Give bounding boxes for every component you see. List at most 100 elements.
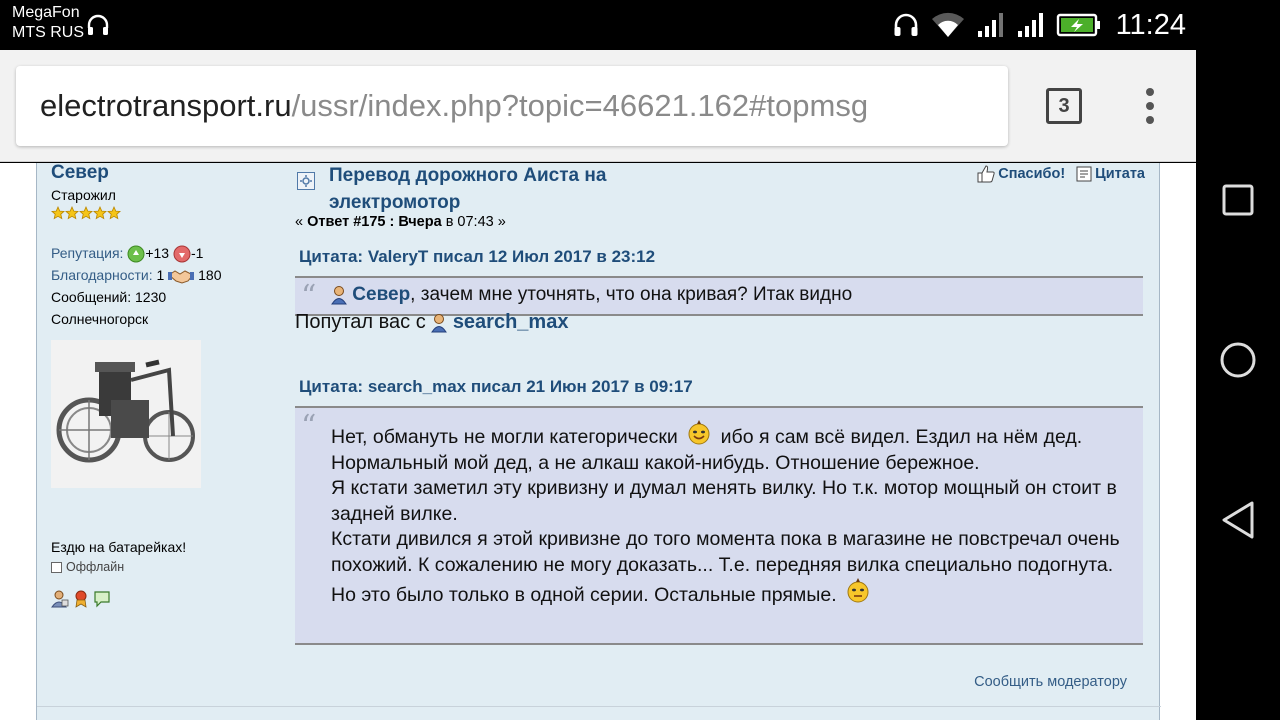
tab-switcher-button[interactable]: 3 [1046,88,1082,124]
reply-prefix: « [295,214,308,230]
user-icon [331,285,347,305]
menu-dot [1146,116,1154,124]
quote-text: Нет, обмануть не могли категорически ибо… [331,420,1131,609]
reputation-minus: -1 [190,245,204,261]
online-status-label: Оффлайн [66,560,125,574]
user-icon [431,313,448,333]
messages-count: Сообщений: 1230 [51,289,167,305]
thanks-label: Благодарности: [51,267,153,283]
profile-links [51,590,111,608]
report-to-moderator-link[interactable]: Сообщить модератору [974,674,1127,690]
quote-block: “ Нет, обмануть не могли категорически и… [295,406,1143,645]
quote-mark-icon: “ [301,279,317,314]
award-icon[interactable] [73,590,89,608]
quote-header[interactable]: Цитата: ValeryT писал 12 Июл 2017 в 23:1… [299,247,655,267]
quote-paragraph: Кстати дивился я этой кривизне до того м… [331,527,1131,609]
poster-signature: Ездю на батарейках! [51,539,187,555]
avatar-image [51,340,201,488]
menu-dot [1146,88,1154,96]
quote-block: “ Север, зачем мне уточнять, что она кри… [295,276,1143,316]
poster-stats: Репутация: +13 -1 Благодарности: 1 180 С… [51,242,281,330]
quote-text-part: Нет, обмануть не могли категорически [331,426,678,448]
carrier-names: MegaFon MTS RUS [12,3,84,43]
star-icon [93,206,107,220]
forum-post: Север Старожил Репутация: +13 -1 Благода… [36,163,1161,720]
thanks-row: Благодарности: 1 180 [51,264,281,286]
carrier-2: MTS RUS [12,24,84,41]
quote-button[interactable]: Цитата [1075,165,1145,183]
thanks-given: 1 [156,267,165,283]
quote-text: Север, зачем мне уточнять, что она крива… [331,282,852,308]
web-page: Север Старожил Репутация: +13 -1 Благода… [0,163,1196,720]
reputation-minus-icon[interactable] [173,245,191,263]
quote-button-label: Цитата [1095,166,1145,182]
battery-charging-icon [1056,13,1100,37]
url-domain: electrotransport.ru [40,88,292,123]
quote-header[interactable]: Цитата: search_max писал 21 Июн 2017 в 0… [299,377,693,397]
reputation-plus-icon[interactable] [127,245,145,263]
profile-icon[interactable] [51,590,69,608]
poster-location: Солнечногорск [51,311,149,327]
quote-text-part: Кстати дивился я этой кривизне до того м… [331,528,1120,606]
url-path: /ussr/index.php?topic=46621.162#topmsg [291,88,869,123]
poster-rank: Старожил [51,187,116,203]
status-icons: 11:24 [892,8,1186,42]
offline-icon [51,561,62,573]
avatar [51,340,201,488]
post-divider [37,706,1161,707]
reputation-row: Репутация: +13 -1 [51,242,281,264]
headphones-icon [894,13,918,36]
post-subject-line-1: Перевод дорожного Аиста на [329,165,607,186]
thanks-received: 180 [198,267,222,283]
quote-icon [1076,166,1092,182]
browser-toolbar: electrotransport.ru/ussr/index.php?topic… [0,50,1196,162]
carrier-1: MegaFon [12,4,80,21]
recent-apps-icon [1222,184,1254,216]
status-bar: MegaFon MTS RUS 11:24 [0,0,1196,50]
url-bar[interactable]: electrotransport.ru/ussr/index.php?topic… [16,66,1008,146]
wifi-icon [931,12,964,37]
back-button[interactable] [1216,498,1260,542]
user-mention[interactable]: Север [352,284,410,305]
post-icon [297,172,315,190]
reputation-label: Репутация: [51,245,124,261]
post-subject-line-2: электромотор [329,192,461,213]
clock: 11:24 [1115,8,1186,41]
poster-name[interactable]: Север [51,163,281,184]
thanks-button[interactable]: Спасибо! [976,164,1065,184]
post-subject[interactable]: Перевод дорожного Аиста на электромотор [329,163,659,216]
post-body-text: Попутал вас с [295,311,432,333]
quote-text-body: , зачем мне уточнять, что она кривая? Ит… [410,284,853,305]
quote-paragraph: Я кстати заметил эту кривизну и думал ме… [331,477,1117,525]
reply-number: Ответ #175 : Вчера [307,214,442,230]
personal-message-icon[interactable] [93,590,111,608]
reply-time: в 07:43 » [441,214,506,230]
system-nav-bar [1196,0,1280,720]
star-icon [65,206,79,220]
signal-icon-2 [1017,13,1043,37]
reply-info: « Ответ #175 : Вчера в 07:43 » [295,214,506,230]
home-icon [1220,342,1256,378]
smiley-icon [847,578,869,603]
star-icon [79,206,93,220]
star-icon [107,206,121,220]
signal-icon [977,13,1003,37]
thanks-button-label: Спасибо! [998,166,1066,182]
rank-stars [51,206,281,222]
poster-info: Север Старожил Репутация: +13 -1 Благода… [51,163,281,608]
quote-mark-icon: “ [301,409,317,444]
menu-dot [1146,102,1154,110]
recent-apps-button[interactable] [1216,178,1260,222]
handshake-icon [168,270,195,284]
reputation-plus: +13 [145,245,170,261]
user-mention[interactable]: search_max [453,311,569,333]
star-icon [51,206,65,220]
quote-paragraph: Нет, обмануть не могли категорически ибо… [331,420,1131,476]
post-body-line: Попутал вас с search_max [295,311,568,334]
browser-menu-button[interactable] [1140,86,1160,126]
online-status: Оффлайн [51,560,124,574]
post-actions: Спасибо! Цитата [976,164,1145,184]
thumbs-up-icon [977,165,995,183]
smiley-icon [688,420,710,445]
home-button[interactable] [1216,338,1260,382]
